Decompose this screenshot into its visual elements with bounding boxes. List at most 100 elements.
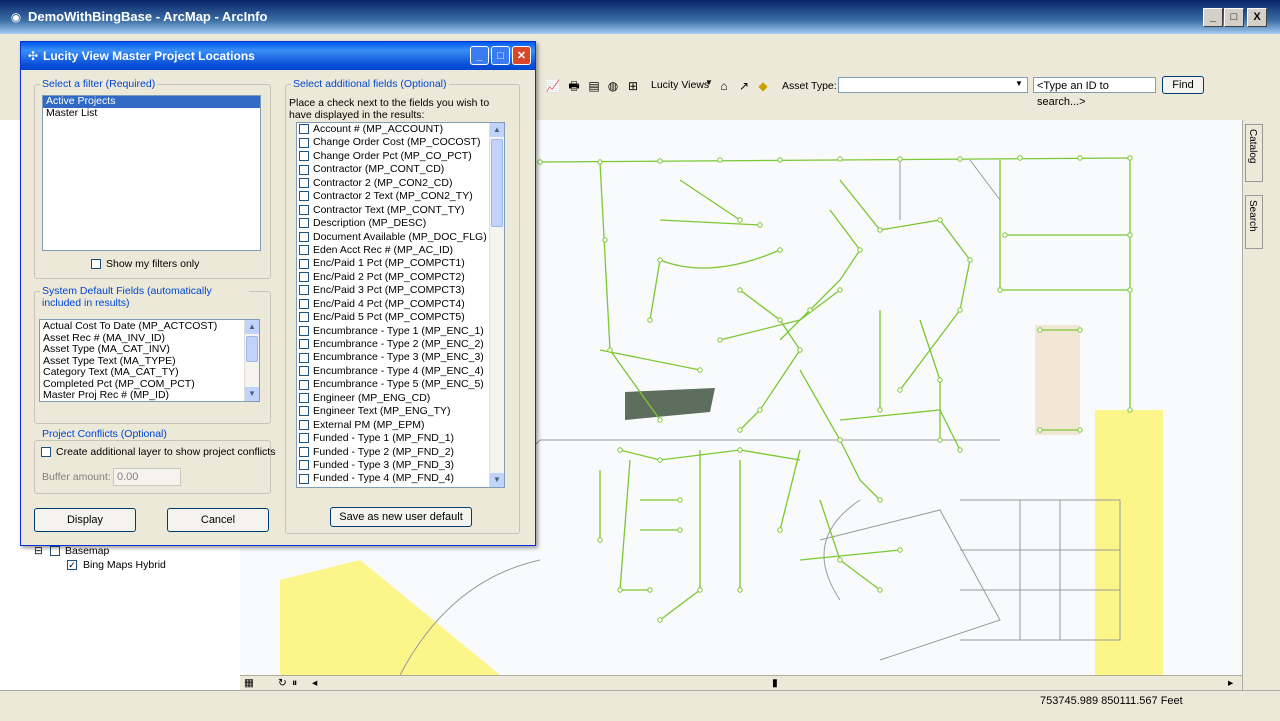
additional-field-item[interactable]: Engineer Text (MP_ENG_TY) (297, 405, 504, 418)
additional-field-item[interactable]: Eden Acct Rec # (MP_AC_ID) (297, 244, 504, 257)
field-checkbox[interactable] (299, 231, 309, 242)
additional-field-item[interactable]: Enc/Paid 2 Pct (MP_COMPCT2) (297, 271, 504, 284)
additional-field-item[interactable]: Encumbrance - Type 2 (MP_ENC_2) (297, 338, 504, 351)
field-checkbox[interactable] (299, 325, 309, 336)
refresh-icon[interactable]: ↻ (278, 677, 287, 689)
additional-field-item[interactable]: Enc/Paid 4 Pct (MP_COMPCT4) (297, 298, 504, 311)
additional-field-item[interactable]: Enc/Paid 3 Pct (MP_COMPCT3) (297, 284, 504, 297)
additional-field-item[interactable]: Encumbrance - Type 1 (MP_ENC_1) (297, 325, 504, 338)
main-close-button[interactable]: X (1247, 8, 1267, 27)
main-minimize-button[interactable]: _ (1203, 8, 1223, 27)
system-fields-scrollbar[interactable]: ▲ ▼ (244, 320, 259, 401)
scroll-down-icon[interactable]: ▼ (490, 473, 504, 487)
field-checkbox[interactable] (299, 204, 309, 215)
scroll-thumb[interactable]: ▮ (772, 677, 778, 689)
dialog-maximize-button[interactable]: □ (491, 46, 510, 65)
layout-view-icon[interactable]: ▦ (244, 677, 254, 689)
cancel-button[interactable]: Cancel (167, 508, 269, 532)
additional-field-item[interactable]: Engineer (MP_ENG_CD) (297, 392, 504, 405)
field-checkbox[interactable] (299, 460, 309, 471)
system-fields-list[interactable]: Actual Cost To Date (MP_ACTCOST) Asset R… (39, 319, 260, 402)
additional-field-item[interactable]: Funded - Type 1 (MP_FND_1) (297, 432, 504, 445)
field-checkbox[interactable] (299, 392, 309, 403)
dialog-minimize-button[interactable]: _ (470, 46, 489, 65)
additional-field-item[interactable]: Encumbrance - Type 5 (MP_ENC_5) (297, 378, 504, 391)
basemap-checkbox[interactable] (50, 546, 60, 556)
lucity-views-menu[interactable]: Lucity Views (651, 79, 709, 91)
filter-list[interactable]: Active Projects Master List (42, 95, 261, 251)
scroll-right-icon[interactable]: ▸ (1228, 677, 1233, 689)
scroll-up-icon[interactable]: ▲ (490, 123, 504, 137)
field-checkbox[interactable] (299, 298, 309, 309)
field-checkbox[interactable] (299, 245, 309, 256)
additional-fields-scroll-thumb[interactable] (491, 139, 503, 227)
additional-field-item[interactable]: Account # (MP_ACCOUNT) (297, 123, 504, 136)
field-checkbox[interactable] (299, 352, 309, 363)
display-button[interactable]: Display (34, 508, 136, 532)
save-user-default-button[interactable]: Save as new user default (330, 507, 472, 527)
field-checkbox[interactable] (299, 137, 309, 148)
main-maximize-button[interactable]: □ (1224, 8, 1244, 27)
scroll-down-icon[interactable]: ▼ (245, 387, 259, 401)
additional-field-item[interactable]: External PM (MP_EPM) (297, 419, 504, 432)
system-fields-scroll-thumb[interactable] (246, 336, 258, 362)
show-my-filters-checkbox[interactable] (91, 259, 101, 269)
additional-field-item[interactable]: Change Order Pct (MP_CO_PCT) (297, 150, 504, 163)
field-checkbox[interactable] (299, 339, 309, 350)
additional-field-item[interactable]: Contractor 2 (MP_CON2_CD) (297, 177, 504, 190)
additional-field-item[interactable]: Enc/Paid 1 Pct (MP_COMPCT1) (297, 257, 504, 270)
printer-icon[interactable]: 🖶 (566, 78, 582, 94)
field-checkbox[interactable] (299, 446, 309, 457)
warning-icon[interactable]: ◆ (755, 78, 771, 94)
filter-item-master-list[interactable]: Master List (43, 107, 260, 120)
buffer-amount-input[interactable]: 0.00 (113, 468, 181, 486)
field-checkbox[interactable] (299, 419, 309, 430)
chart-icon[interactable]: 📈 (545, 78, 561, 94)
additional-fields-scrollbar[interactable]: ▲ ▼ (489, 123, 504, 487)
dialog-close-button[interactable]: ✕ (512, 46, 531, 65)
pause-icon[interactable]: ⏸ (292, 677, 297, 690)
field-checkbox[interactable] (299, 366, 309, 377)
catalog-tab[interactable]: Catalog (1245, 124, 1263, 182)
field-checkbox[interactable] (299, 151, 309, 162)
field-checkbox[interactable] (299, 285, 309, 296)
basemap-expander[interactable]: ⊟ (34, 545, 43, 557)
field-checkbox[interactable] (299, 473, 309, 484)
field-checkbox[interactable] (299, 272, 309, 283)
id-search-input[interactable]: <Type an ID to search...> (1033, 77, 1156, 108)
map-horizontal-scrollbar[interactable]: ▦ ↻ ⏸ ◂ ▮ ▸ (240, 675, 1242, 691)
globe-icon[interactable]: ◍ (605, 78, 621, 94)
report-icon[interactable]: ▤ (586, 78, 602, 94)
additional-field-item[interactable]: Document Available (MP_DOC_FLG) (297, 231, 504, 244)
field-checkbox[interactable] (299, 433, 309, 444)
field-checkbox[interactable] (299, 164, 309, 175)
additional-field-item[interactable]: Funded - Type 3 (MP_FND_3) (297, 459, 504, 472)
additional-field-item[interactable]: Contractor Text (MP_CONT_TY) (297, 204, 504, 217)
additional-field-item[interactable]: Change Order Cost (MP_COCOST) (297, 136, 504, 149)
additional-field-item[interactable]: Description (MP_DESC) (297, 217, 504, 230)
field-checkbox[interactable] (299, 312, 309, 323)
search-tab[interactable]: Search (1245, 195, 1263, 249)
additional-fields-list[interactable]: Account # (MP_ACCOUNT) Change Order Cost … (296, 122, 505, 488)
field-checkbox[interactable] (299, 379, 309, 390)
additional-field-item[interactable]: Enc/Paid 5 Pct (MP_COMPCT5) (297, 311, 504, 324)
additional-field-item[interactable]: Funded - Type 4 (MP_FND_4) (297, 472, 504, 485)
field-checkbox[interactable] (299, 218, 309, 229)
asset-type-select[interactable] (838, 77, 1028, 93)
additional-field-item[interactable]: Contractor 2 Text (MP_CON2_TY) (297, 190, 504, 203)
scroll-left-icon[interactable]: ◂ (312, 677, 317, 689)
field-checkbox[interactable] (299, 258, 309, 269)
find-button[interactable]: Find (1162, 76, 1204, 94)
additional-field-item[interactable]: Encumbrance - Type 4 (MP_ENC_4) (297, 365, 504, 378)
field-checkbox[interactable] (299, 177, 309, 188)
lucity-views-dropdown-icon[interactable]: ▼ (705, 78, 713, 87)
bing-checkbox[interactable]: ✓ (67, 560, 77, 570)
additional-field-item[interactable]: Encumbrance - Type 3 (MP_ENC_3) (297, 351, 504, 364)
asset-type-dropdown-icon[interactable]: ▼ (1015, 79, 1023, 88)
field-checkbox[interactable] (299, 124, 309, 135)
pointer-icon[interactable]: ↗ (736, 78, 752, 94)
scroll-up-icon[interactable]: ▲ (245, 320, 259, 334)
field-checkbox[interactable] (299, 191, 309, 202)
create-layer-checkbox[interactable] (41, 447, 51, 457)
field-checkbox[interactable] (299, 406, 309, 417)
